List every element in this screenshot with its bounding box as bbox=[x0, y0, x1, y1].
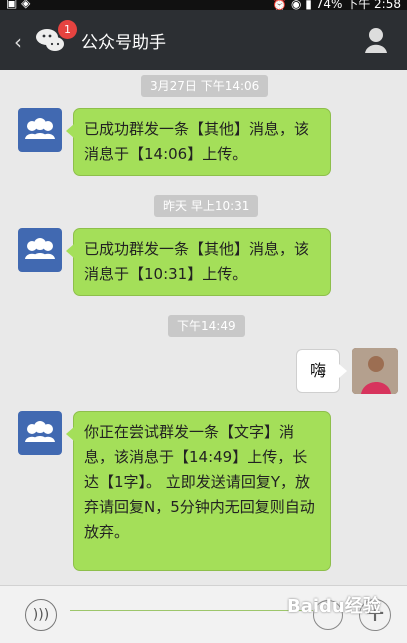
group-icon bbox=[25, 118, 55, 139]
group-icon bbox=[25, 238, 55, 259]
notification-icons: ▣ ◈ bbox=[6, 0, 31, 10]
message-bubble-1: 已成功群发一条【其他】消息，该消息于【14:06】上传。 bbox=[66, 108, 331, 176]
unread-badge: 1 bbox=[58, 20, 77, 39]
timestamp-1: 3月27日 下午14:06 bbox=[141, 75, 269, 97]
assistant-avatar-1 bbox=[18, 108, 62, 152]
status-bar: ▣ ◈ ⏰ ◉ ▮ 74% 下午 2:58 bbox=[0, 0, 407, 11]
voice-input-icon[interactable]: ))) bbox=[25, 599, 57, 631]
message-bubble-2: 已成功群发一条【其他】消息，该消息于【10:31】上传。 bbox=[66, 228, 331, 296]
message-bubble-3: 你正在尝试群发一条【文字】消息，该消息于【14:49】上传，长达【1字】。 立即… bbox=[66, 411, 331, 571]
group-icon bbox=[25, 421, 55, 442]
user-profile-icon[interactable] bbox=[363, 26, 389, 54]
chat-header: ‹ 1 公众号助手 bbox=[0, 10, 407, 70]
watermark: Baidu经验 bbox=[287, 596, 381, 617]
message-input[interactable] bbox=[70, 610, 313, 611]
sent-message-bubble: 嗨 bbox=[296, 349, 347, 393]
user-avatar bbox=[352, 348, 398, 394]
assistant-avatar-2 bbox=[18, 228, 62, 272]
back-icon[interactable]: ‹ bbox=[14, 30, 22, 54]
timestamp-2: 昨天 早上10:31 bbox=[154, 195, 259, 217]
page-title: 公众号助手 bbox=[81, 33, 166, 53]
timestamp-3: 下午14:49 bbox=[168, 315, 245, 337]
assistant-avatar-3 bbox=[18, 411, 62, 455]
